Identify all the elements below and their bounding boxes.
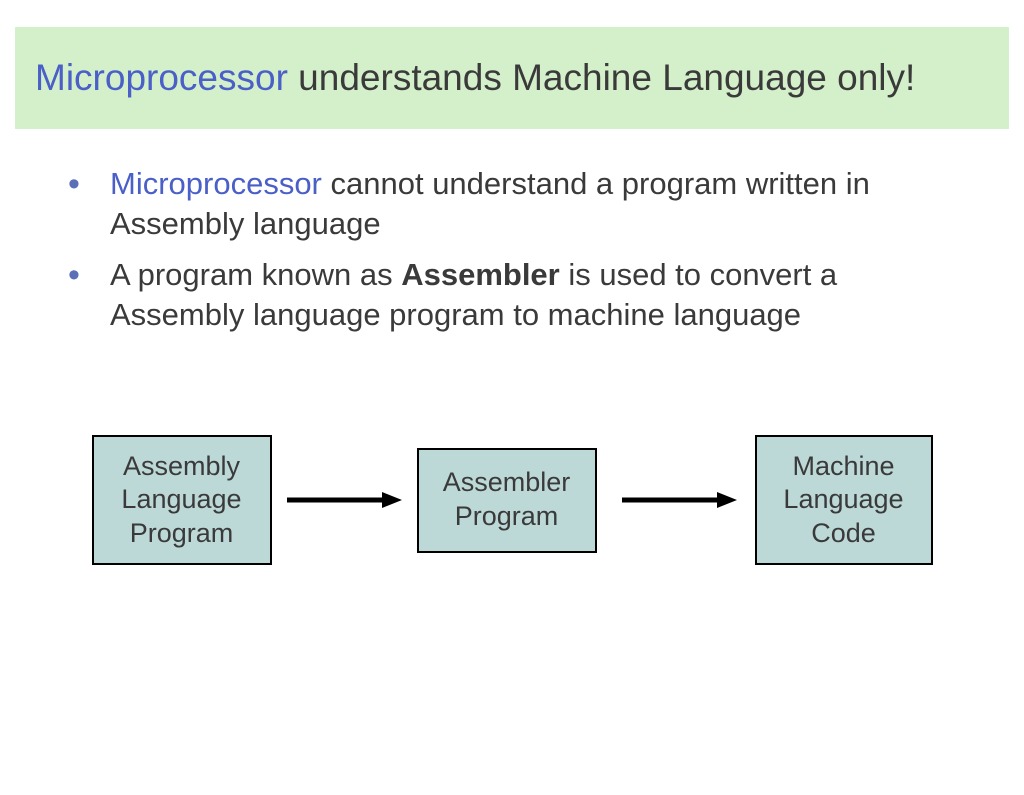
- bullet-item: A program known as Assembler is used to …: [50, 255, 974, 336]
- bullet-highlight: Microprocessor: [110, 166, 322, 201]
- box-label: Assembler Program: [443, 466, 571, 534]
- arrow-icon: [287, 490, 402, 510]
- title-rest: understands Machine Language only!: [288, 57, 915, 98]
- diagram-box-assembler: Assembler Program: [417, 448, 597, 553]
- arrow-icon: [622, 490, 737, 510]
- box-label: Machine Language Code: [783, 450, 903, 551]
- bullet-text-part1: A program known as: [110, 257, 401, 292]
- bullet-item: Microprocessor cannot understand a progr…: [50, 164, 974, 245]
- slide-title: Microprocessor understands Machine Langu…: [15, 27, 1009, 129]
- diagram-box-machine-code: Machine Language Code: [755, 435, 933, 565]
- box-label: Assembly Language Program: [121, 450, 241, 551]
- slide-content: Microprocessor cannot understand a progr…: [0, 129, 1024, 565]
- flow-diagram: Assembly Language Program Assembler Prog…: [50, 435, 974, 565]
- diagram-box-assembly-language: Assembly Language Program: [92, 435, 272, 565]
- bullet-list: Microprocessor cannot understand a progr…: [50, 164, 974, 335]
- title-highlight: Microprocessor: [35, 57, 288, 98]
- bullet-bold: Assembler: [401, 257, 560, 292]
